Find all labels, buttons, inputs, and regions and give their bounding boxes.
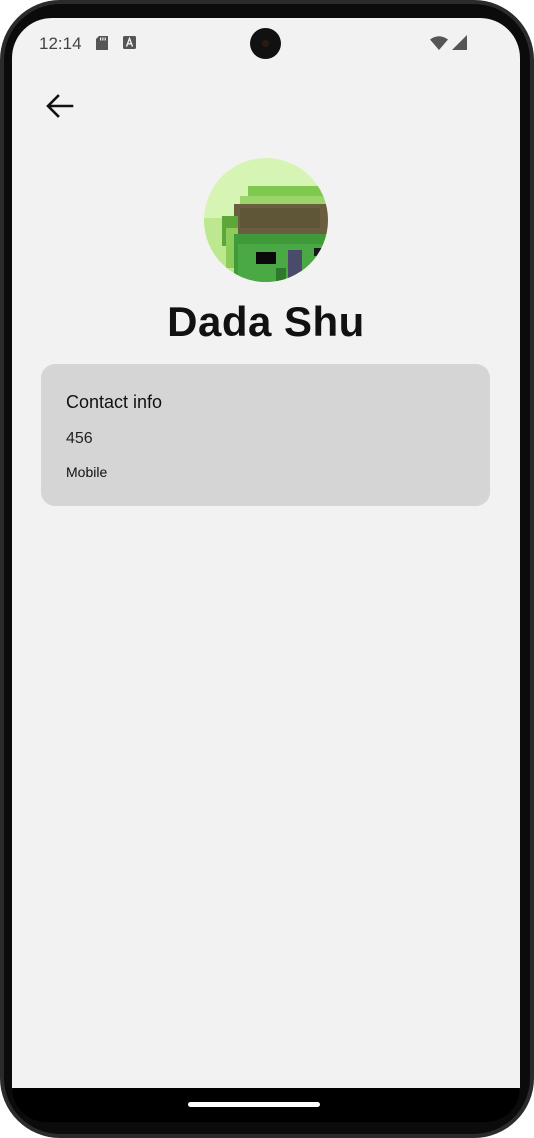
screen: 12:14 Dada Shu Contact info 456 Mobile [12,18,520,1090]
contact-info-card: Contact info 456 Mobile [41,364,490,506]
contact-info-title: Contact info [66,392,163,412]
pixel-art-avatar [204,158,328,282]
contact-name: Dada Shu [167,298,365,345]
back-button[interactable] [40,86,80,126]
status-bar: 12:14 [12,18,520,70]
sd-card-icon [96,36,108,50]
phone-type-label: Mobile [66,464,108,480]
front-camera [250,28,281,59]
status-time: 12:14 [39,34,82,53]
signal-icon [452,35,467,50]
avatar [204,158,328,282]
a-badge-icon [123,36,136,49]
phone-number[interactable]: 456 [66,430,93,448]
arrow-left-icon [46,94,74,118]
device-frame: 12:14 Dada Shu Contact info 456 Mobile [0,0,534,1138]
home-indicator[interactable] [188,1102,320,1107]
wifi-icon [430,36,448,50]
